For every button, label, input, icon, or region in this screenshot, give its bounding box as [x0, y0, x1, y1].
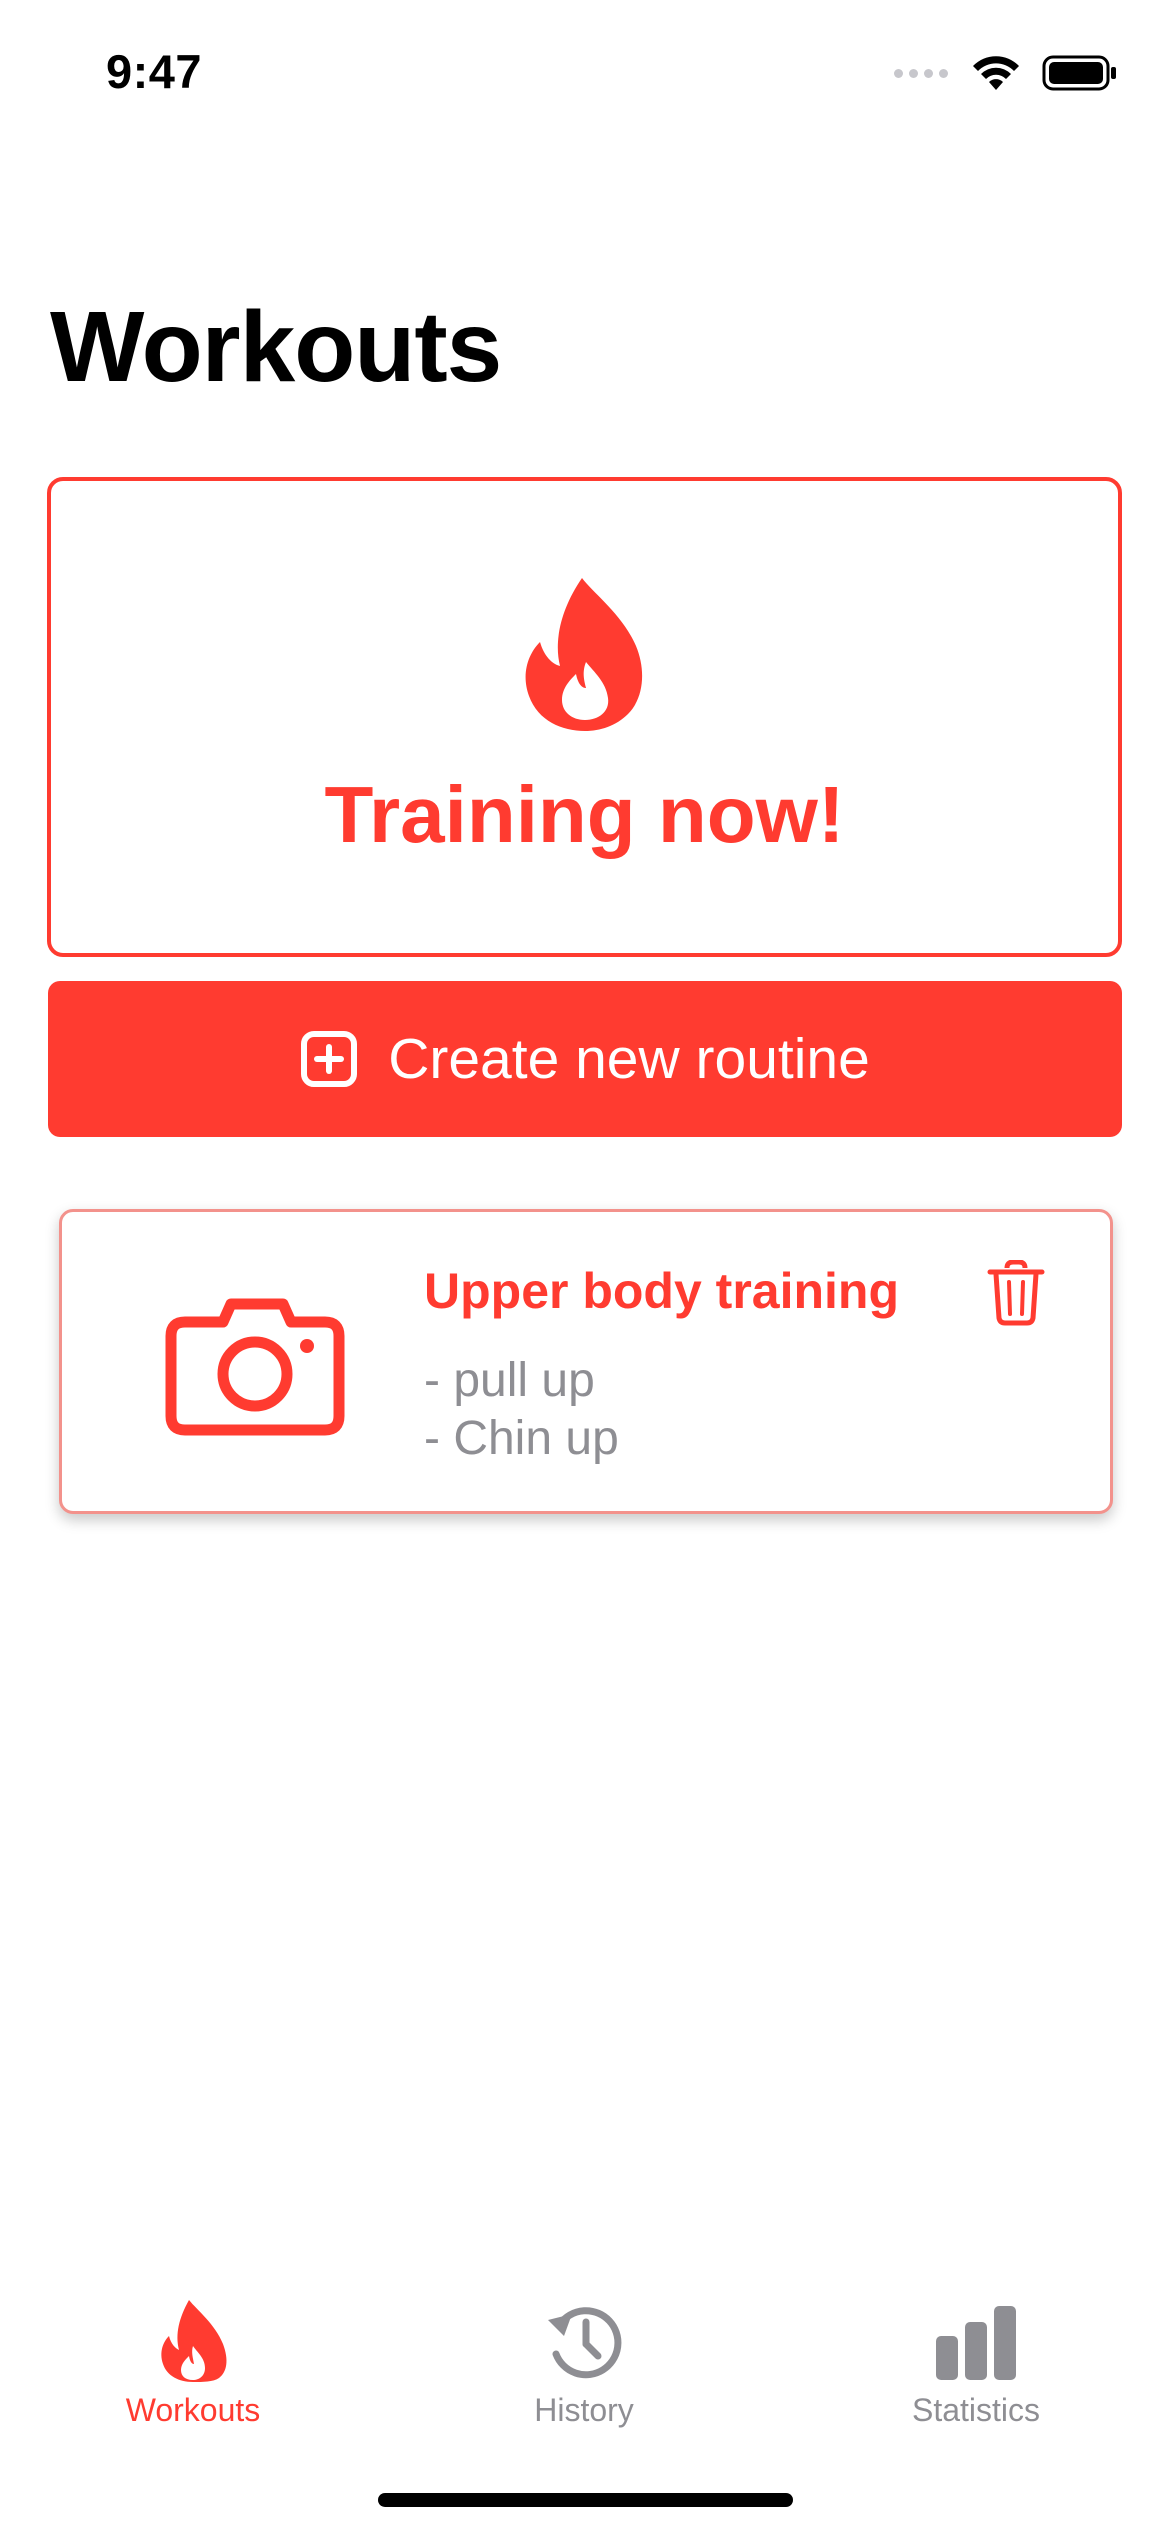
routine-exercise: - pull up	[424, 1354, 595, 1407]
history-icon	[548, 2307, 622, 2379]
tab-label: Statistics	[911, 2392, 1041, 2428]
routine-exercise: - Chin up	[424, 1412, 619, 1465]
status-time: 9:47	[106, 45, 203, 98]
plus-square-icon	[301, 1031, 358, 1087]
tab-workouts[interactable]: Workouts	[63, 2298, 323, 2429]
training-now-card[interactable]: Training now!	[47, 477, 1122, 957]
status-icons	[894, 54, 1118, 92]
tab-statistics[interactable]: Statistics	[846, 2298, 1106, 2429]
page-title: Workouts	[50, 291, 502, 403]
tab-history[interactable]: History	[454, 2298, 714, 2429]
routine-title: Upper body training	[424, 1263, 899, 1319]
tab-label: Workouts	[125, 2392, 261, 2428]
tab-label: History	[534, 2392, 634, 2428]
wifi-icon	[973, 56, 1019, 90]
training-now-label: Training now!	[324, 770, 845, 859]
cellular-signal-icon	[894, 68, 948, 78]
flame-icon	[161, 2300, 227, 2382]
create-new-routine-button[interactable]: Create new routine	[48, 981, 1122, 1137]
routine-exercise-list: - pull up - Chin up	[424, 1352, 619, 1468]
flame-icon	[525, 578, 643, 731]
bar-chart-icon	[936, 2306, 1016, 2380]
camera-icon	[165, 1298, 345, 1436]
trash-icon[interactable]	[987, 1260, 1045, 1326]
status-bar: 9:47	[0, 0, 1170, 150]
home-indicator[interactable]	[378, 2493, 793, 2507]
routine-card[interactable]: Upper body training - pull up - Chin up	[59, 1209, 1113, 1514]
battery-icon	[1042, 55, 1116, 91]
create-new-routine-label: Create new routine	[388, 1027, 870, 1091]
